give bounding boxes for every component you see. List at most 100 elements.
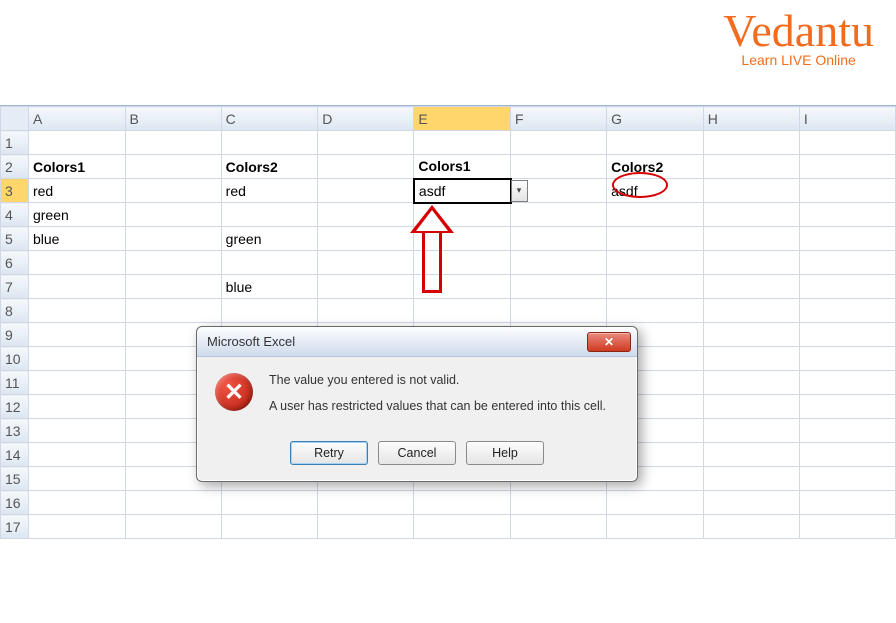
row-header-15[interactable]: 15 — [1, 467, 29, 491]
retry-button[interactable]: Retry — [290, 441, 368, 465]
cell-F16[interactable] — [511, 491, 607, 515]
col-header-D[interactable]: D — [318, 107, 414, 131]
row-header-9[interactable]: 9 — [1, 323, 29, 347]
cell-A7[interactable] — [28, 275, 125, 299]
cell-C8[interactable] — [221, 299, 318, 323]
cell-A1[interactable] — [28, 131, 125, 155]
cell-C3[interactable]: red — [221, 179, 318, 203]
cell-D6[interactable] — [318, 251, 414, 275]
cell-G8[interactable] — [607, 299, 704, 323]
cell-E16[interactable] — [414, 491, 511, 515]
cell-A6[interactable] — [28, 251, 125, 275]
cell-G17[interactable] — [607, 515, 704, 539]
cell-B17[interactable] — [125, 515, 221, 539]
row-header-11[interactable]: 11 — [1, 371, 29, 395]
cell-D3[interactable] — [318, 179, 414, 203]
col-header-H[interactable]: H — [703, 107, 799, 131]
cell-H4[interactable] — [703, 203, 799, 227]
cell-H8[interactable] — [703, 299, 799, 323]
cell-G4[interactable] — [607, 203, 704, 227]
cell-C2[interactable]: Colors2 — [221, 155, 318, 179]
cell-G3[interactable]: asdf — [607, 179, 704, 203]
cell-I13[interactable] — [799, 419, 895, 443]
col-header-A[interactable]: A — [28, 107, 125, 131]
cell-H6[interactable] — [703, 251, 799, 275]
cell-C6[interactable] — [221, 251, 318, 275]
col-header-G[interactable]: G — [607, 107, 704, 131]
cell-D17[interactable] — [318, 515, 414, 539]
cell-H10[interactable] — [703, 347, 799, 371]
cell-H9[interactable] — [703, 323, 799, 347]
cell-E7[interactable] — [414, 275, 511, 299]
cell-A14[interactable] — [28, 443, 125, 467]
row-header-8[interactable]: 8 — [1, 299, 29, 323]
cell-C1[interactable] — [221, 131, 318, 155]
cell-F7[interactable] — [511, 275, 607, 299]
cell-B4[interactable] — [125, 203, 221, 227]
cell-D2[interactable] — [318, 155, 414, 179]
row-header-10[interactable]: 10 — [1, 347, 29, 371]
cell-C17[interactable] — [221, 515, 318, 539]
cell-F2[interactable] — [511, 155, 607, 179]
cell-F4[interactable] — [511, 203, 607, 227]
cell-I3[interactable] — [799, 179, 895, 203]
row-header-2[interactable]: 2 — [1, 155, 29, 179]
cell-I2[interactable] — [799, 155, 895, 179]
row-header-6[interactable]: 6 — [1, 251, 29, 275]
cell-E3[interactable]: asdf▾ — [414, 179, 511, 203]
cell-F1[interactable] — [511, 131, 607, 155]
cell-A2[interactable]: Colors1 — [28, 155, 125, 179]
cell-B2[interactable] — [125, 155, 221, 179]
row-header-16[interactable]: 16 — [1, 491, 29, 515]
row-header-17[interactable]: 17 — [1, 515, 29, 539]
cell-I6[interactable] — [799, 251, 895, 275]
cell-G7[interactable] — [607, 275, 704, 299]
col-header-C[interactable]: C — [221, 107, 318, 131]
cell-I11[interactable] — [799, 371, 895, 395]
cell-D7[interactable] — [318, 275, 414, 299]
cell-A8[interactable] — [28, 299, 125, 323]
cell-E2[interactable]: Colors1 — [414, 155, 511, 179]
cell-H17[interactable] — [703, 515, 799, 539]
cell-G5[interactable] — [607, 227, 704, 251]
cell-A16[interactable] — [28, 491, 125, 515]
cell-H14[interactable] — [703, 443, 799, 467]
cell-H16[interactable] — [703, 491, 799, 515]
cell-A10[interactable] — [28, 347, 125, 371]
cell-D16[interactable] — [318, 491, 414, 515]
cell-A11[interactable] — [28, 371, 125, 395]
cell-D5[interactable] — [318, 227, 414, 251]
cell-I16[interactable] — [799, 491, 895, 515]
cell-C4[interactable] — [221, 203, 318, 227]
row-header-13[interactable]: 13 — [1, 419, 29, 443]
cell-A13[interactable] — [28, 419, 125, 443]
row-header-14[interactable]: 14 — [1, 443, 29, 467]
cell-A4[interactable]: green — [28, 203, 125, 227]
cell-B7[interactable] — [125, 275, 221, 299]
cell-E5[interactable] — [414, 227, 511, 251]
cell-F17[interactable] — [511, 515, 607, 539]
cancel-button[interactable]: Cancel — [378, 441, 456, 465]
cell-D8[interactable] — [318, 299, 414, 323]
cell-H12[interactable] — [703, 395, 799, 419]
cell-E8[interactable] — [414, 299, 511, 323]
row-header-4[interactable]: 4 — [1, 203, 29, 227]
cell-F6[interactable] — [511, 251, 607, 275]
cell-B6[interactable] — [125, 251, 221, 275]
close-button[interactable]: ✕ — [587, 332, 631, 352]
cell-H15[interactable] — [703, 467, 799, 491]
col-header-I[interactable]: I — [799, 107, 895, 131]
cell-A12[interactable] — [28, 395, 125, 419]
cell-G2[interactable]: Colors2 — [607, 155, 704, 179]
col-header-F[interactable]: F — [511, 107, 607, 131]
cell-H3[interactable] — [703, 179, 799, 203]
row-header-7[interactable]: 7 — [1, 275, 29, 299]
cell-A15[interactable] — [28, 467, 125, 491]
cell-B8[interactable] — [125, 299, 221, 323]
cell-I4[interactable] — [799, 203, 895, 227]
cell-G1[interactable] — [607, 131, 704, 155]
cell-H2[interactable] — [703, 155, 799, 179]
cell-I7[interactable] — [799, 275, 895, 299]
dialog-titlebar[interactable]: Microsoft Excel ✕ — [197, 327, 637, 357]
cell-H7[interactable] — [703, 275, 799, 299]
